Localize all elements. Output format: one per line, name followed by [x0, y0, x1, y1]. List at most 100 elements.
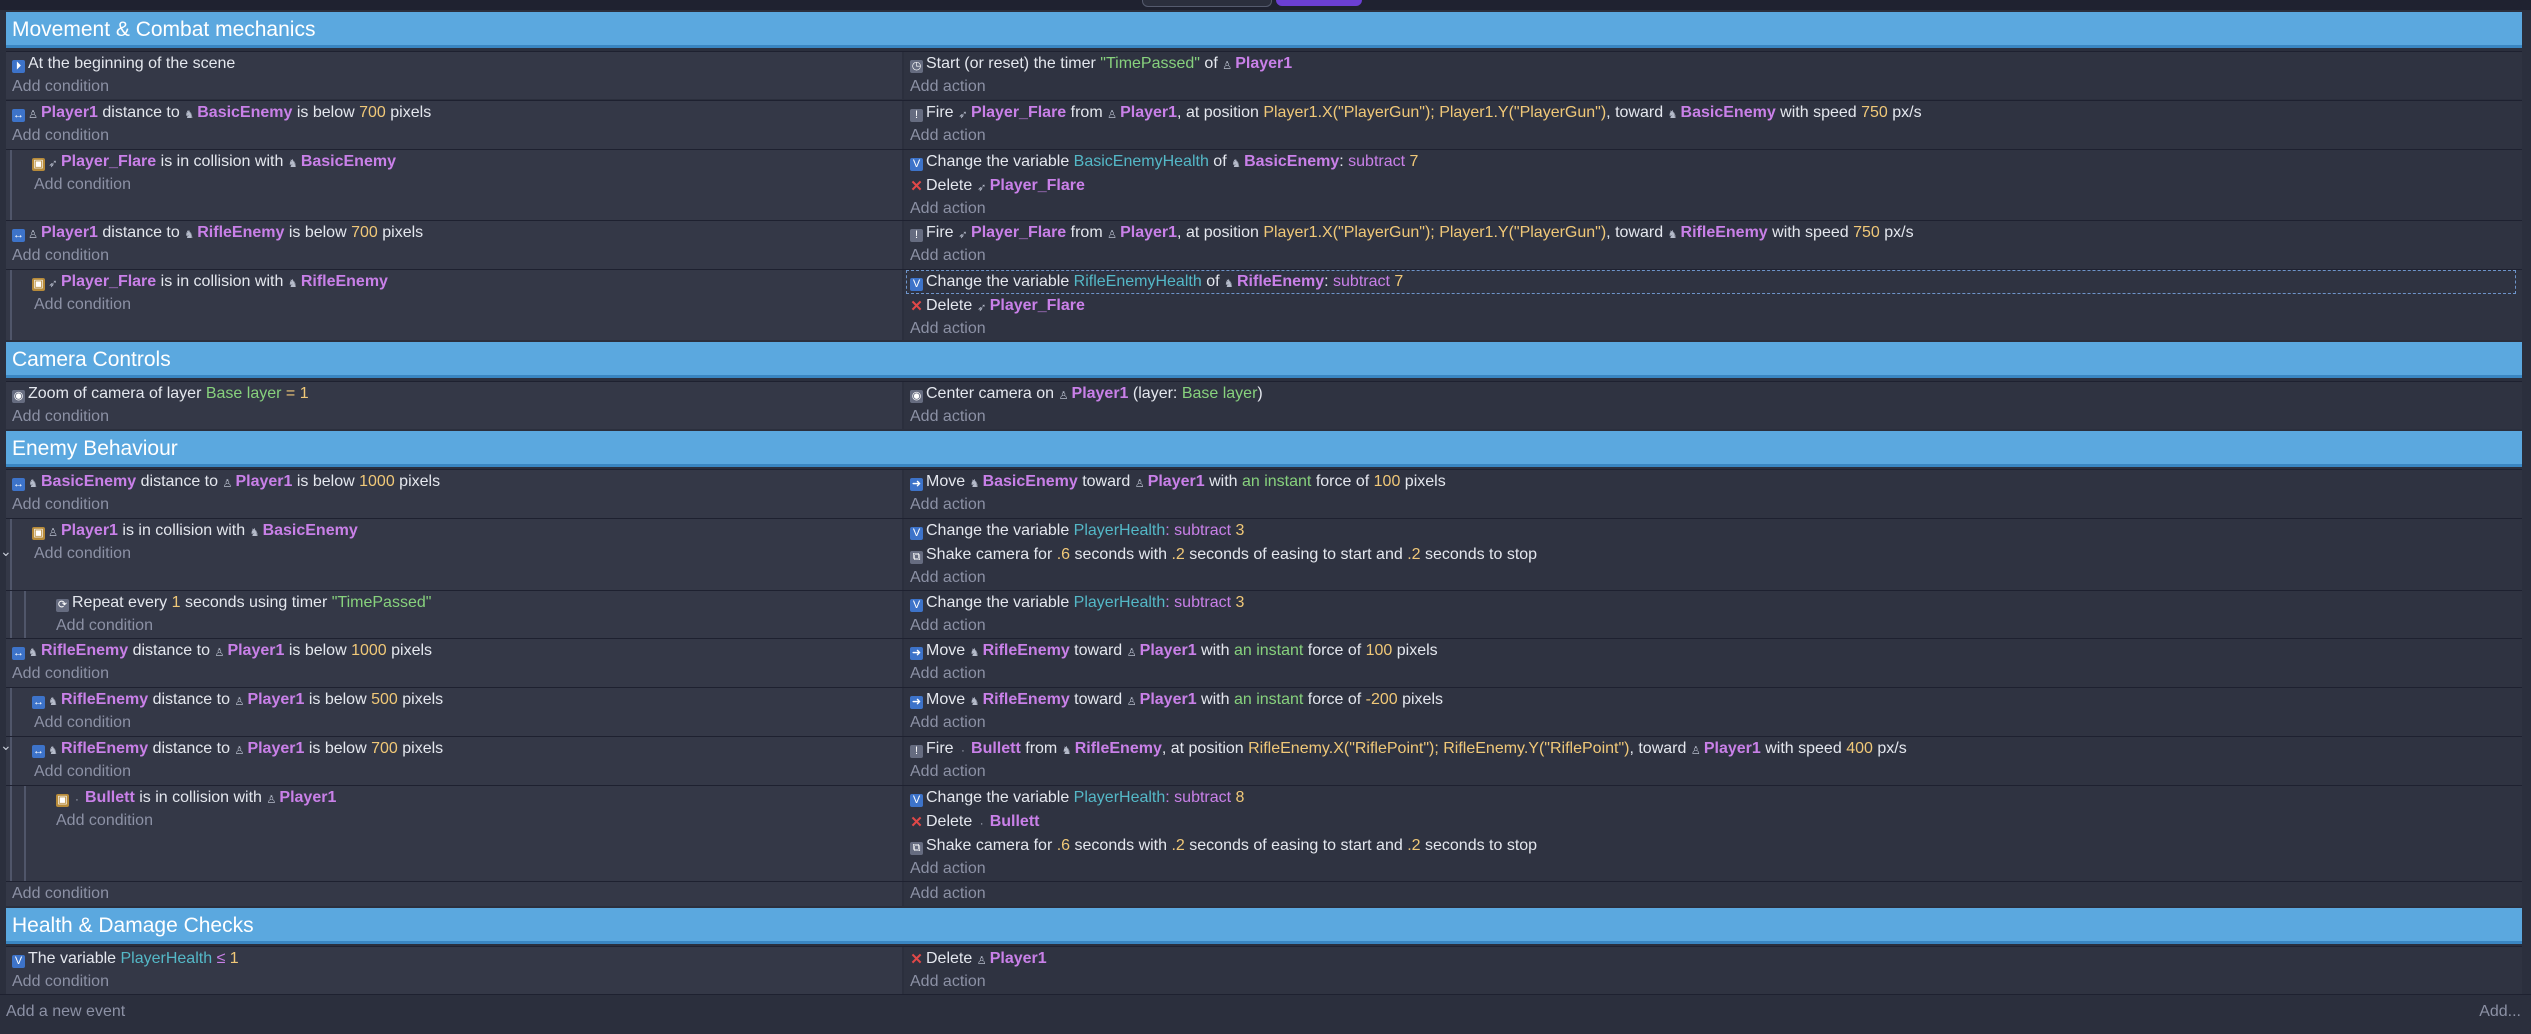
- condition[interactable]: ⏵At the beginning of the scene: [12, 52, 235, 76]
- action-cell[interactable]: VChange the variable BasicEnemyHealth of…: [904, 150, 2522, 221]
- condition-cell[interactable]: VThe variable PlayerHealth ≤ 1 Add condi…: [6, 947, 902, 994]
- condition[interactable]: ▣➶Player_Flare is in collision with ♞Bas…: [32, 150, 396, 174]
- add-action-link[interactable]: Add action: [910, 567, 986, 589]
- add-condition-link[interactable]: Add condition: [56, 810, 153, 832]
- toolbar-button[interactable]: [1142, 0, 1272, 7]
- condition-cell[interactable]: ↔♞BasicEnemy distance to ♙Player1 is bel…: [6, 470, 902, 518]
- action[interactable]: ✕Delete ·Bullett: [910, 810, 1039, 834]
- condition-cell[interactable]: ↔♙Player1 distance to ♞RifleEnemy is bel…: [6, 221, 902, 269]
- sub-event-row[interactable]: ⌄ ↔♞RifleEnemy distance to ♙Player1 is b…: [6, 736, 2522, 785]
- action-cell[interactable]: ǃFire ➶Player_Flare from ♙Player1, at po…: [904, 221, 2522, 269]
- condition-cell[interactable]: ⏵At the beginning of the scene Add condi…: [6, 52, 902, 99]
- event-row[interactable]: ↔♙Player1 distance to ♞BasicEnemy is bel…: [6, 100, 2522, 149]
- add-action-link[interactable]: Add action: [910, 76, 986, 98]
- event-row[interactable]: VThe variable PlayerHealth ≤ 1 Add condi…: [6, 946, 2522, 994]
- action[interactable]: ǃFire ➶Player_Flare from ♙Player1, at po…: [910, 101, 1922, 125]
- sub-event-row[interactable]: ⌄ ▣♙Player1 is in collision with ♞BasicE…: [6, 518, 2522, 590]
- condition[interactable]: ▣·Bullett is in collision with ♙Player1: [56, 786, 336, 810]
- action-cell[interactable]: ǃFire ·Bullett from ♞RifleEnemy, at posi…: [904, 737, 2522, 785]
- action-cell[interactable]: VChange the variable PlayerHealth: subtr…: [904, 591, 2522, 638]
- add-action-link[interactable]: Add action: [910, 883, 986, 905]
- add-condition-link[interactable]: Add condition: [34, 174, 131, 196]
- condition[interactable]: ↔♙Player1 distance to ♞RifleEnemy is bel…: [12, 221, 423, 245]
- action-cell[interactable]: ➜Move ♞RifleEnemy toward ♙Player1 with a…: [904, 688, 2522, 736]
- event-row[interactable]: ↔♙Player1 distance to ♞RifleEnemy is bel…: [6, 220, 2522, 269]
- action-cell[interactable]: VChange the variable RifleEnemyHealth of…: [904, 270, 2522, 340]
- condition-cell[interactable]: ▣➶Player_Flare is in collision with ♞Bas…: [6, 150, 902, 221]
- condition[interactable]: ↔♞BasicEnemy distance to ♙Player1 is bel…: [12, 470, 440, 494]
- condition-cell[interactable]: ↔♞RifleEnemy distance to ♙Player1 is bel…: [6, 688, 902, 736]
- add-action-link[interactable]: Add action: [910, 663, 986, 685]
- action-cell[interactable]: ➜Move ♞RifleEnemy toward ♙Player1 with a…: [904, 639, 2522, 687]
- action[interactable]: VChange the variable PlayerHealth: subtr…: [910, 591, 1244, 615]
- add-action-link[interactable]: Add action: [910, 971, 986, 993]
- add-action-link[interactable]: Add action: [910, 125, 986, 147]
- add-condition-link[interactable]: Add condition: [34, 712, 131, 734]
- add-new-event-button[interactable]: Add a new event: [6, 1003, 125, 1021]
- action-cell[interactable]: VChange the variable PlayerHealth: subtr…: [904, 519, 2522, 590]
- condition-cell[interactable]: ▣➶Player_Flare is in collision with ♞Rif…: [6, 270, 902, 340]
- event-row[interactable]: ↔♞RifleEnemy distance to ♙Player1 is bel…: [6, 638, 2522, 687]
- condition-cell[interactable]: ↔♙Player1 distance to ♞BasicEnemy is bel…: [6, 101, 902, 149]
- add-action-link[interactable]: Add action: [910, 615, 986, 637]
- action-selected[interactable]: VChange the variable RifleEnemyHealth of…: [906, 270, 2516, 294]
- action-cell[interactable]: ǃFire ➶Player_Flare from ♙Player1, at po…: [904, 101, 2522, 149]
- condition[interactable]: ↔♞RifleEnemy distance to ♙Player1 is bel…: [32, 688, 443, 712]
- action[interactable]: ✕Delete ♙Player1: [910, 947, 1047, 971]
- action[interactable]: ◷Start (or reset) the timer "TimePassed"…: [910, 52, 1292, 76]
- group-header-health[interactable]: Health & Damage Checks: [6, 908, 2522, 944]
- action-cell[interactable]: Add action: [904, 882, 2522, 906]
- action-cell[interactable]: ➜Move ♞BasicEnemy toward ♙Player1 with a…: [904, 470, 2522, 518]
- add-condition-link[interactable]: Add condition: [56, 615, 153, 637]
- action-cell[interactable]: ◉Center camera on ♙Player1 (layer: Base …: [904, 382, 2522, 429]
- condition-cell[interactable]: ↔♞RifleEnemy distance to ♙Player1 is bel…: [6, 639, 902, 687]
- action[interactable]: ǃFire ➶Player_Flare from ♙Player1, at po…: [910, 221, 1914, 245]
- action[interactable]: ➜Move ♞RifleEnemy toward ♙Player1 with a…: [910, 688, 1443, 712]
- condition-cell[interactable]: ▣·Bullett is in collision with ♙Player1 …: [6, 786, 902, 881]
- action[interactable]: ➜Move ♞RifleEnemy toward ♙Player1 with a…: [910, 639, 1438, 663]
- add-condition-link[interactable]: Add condition: [12, 245, 109, 267]
- action[interactable]: ✕Delete ➶Player_Flare: [910, 174, 1085, 198]
- action-cell[interactable]: VChange the variable PlayerHealth: subtr…: [904, 786, 2522, 881]
- add-condition-link[interactable]: Add condition: [12, 76, 109, 98]
- add-condition-link[interactable]: Add condition: [12, 663, 109, 685]
- action[interactable]: ◉Center camera on ♙Player1 (layer: Base …: [910, 382, 1263, 406]
- action[interactable]: ⧉Shake camera for .6 seconds with .2 sec…: [910, 543, 1537, 567]
- group-add-row[interactable]: Add condition Add action: [6, 881, 2522, 906]
- group-header-movement[interactable]: Movement & Combat mechanics: [6, 12, 2522, 48]
- condition[interactable]: ↔♞RifleEnemy distance to ♙Player1 is bel…: [32, 737, 443, 761]
- add-action-link[interactable]: Add action: [910, 761, 986, 783]
- add-menu-button[interactable]: Add...: [2479, 1003, 2521, 1021]
- add-action-link[interactable]: Add action: [910, 858, 986, 880]
- action[interactable]: ✕Delete ➶Player_Flare: [910, 294, 1085, 318]
- add-condition-link[interactable]: Add condition: [34, 294, 131, 316]
- condition-cell[interactable]: ⟳Repeat every 1 seconds using timer "Tim…: [6, 591, 902, 638]
- condition-cell[interactable]: ⌄ ▣♙Player1 is in collision with ♞BasicE…: [6, 519, 902, 590]
- condition[interactable]: ▣♙Player1 is in collision with ♞BasicEne…: [32, 519, 358, 543]
- sub-event-row[interactable]: ▣➶Player_Flare is in collision with ♞Bas…: [6, 149, 2522, 221]
- add-action-link[interactable]: Add action: [910, 198, 986, 220]
- chevron-down-icon[interactable]: ⌄: [0, 737, 12, 754]
- condition[interactable]: ↔♞RifleEnemy distance to ♙Player1 is bel…: [12, 639, 432, 663]
- add-condition-link[interactable]: Add condition: [34, 761, 131, 783]
- action[interactable]: VChange the variable BasicEnemyHealth of…: [910, 150, 1418, 174]
- group-header-enemy[interactable]: Enemy Behaviour: [6, 431, 2522, 467]
- chevron-down-icon[interactable]: ⌄: [0, 543, 12, 560]
- add-action-link[interactable]: Add action: [910, 494, 986, 516]
- action[interactable]: ➜Move ♞BasicEnemy toward ♙Player1 with a…: [910, 470, 1446, 494]
- add-action-link[interactable]: Add action: [910, 245, 986, 267]
- event-row[interactable]: ↔♞BasicEnemy distance to ♙Player1 is bel…: [6, 469, 2522, 518]
- action[interactable]: ǃFire ·Bullett from ♞RifleEnemy, at posi…: [910, 737, 1907, 761]
- condition-cell[interactable]: Add condition: [6, 882, 902, 906]
- add-condition-link[interactable]: Add condition: [34, 543, 131, 565]
- add-condition-link[interactable]: Add condition: [12, 971, 109, 993]
- event-row[interactable]: ◉Zoom of camera of layer Base layer = 1 …: [6, 381, 2522, 429]
- action[interactable]: VChange the variable PlayerHealth: subtr…: [910, 786, 1244, 810]
- action-cell[interactable]: ✕Delete ♙Player1 Add action: [904, 947, 2522, 994]
- action-cell[interactable]: ◷Start (or reset) the timer "TimePassed"…: [904, 52, 2522, 99]
- sub-event-row[interactable]: ↔♞RifleEnemy distance to ♙Player1 is bel…: [6, 687, 2522, 736]
- condition-cell[interactable]: ◉Zoom of camera of layer Base layer = 1 …: [6, 382, 902, 429]
- add-action-link[interactable]: Add action: [910, 318, 986, 340]
- add-action-link[interactable]: Add action: [910, 406, 986, 428]
- condition[interactable]: ↔♙Player1 distance to ♞BasicEnemy is bel…: [12, 101, 431, 125]
